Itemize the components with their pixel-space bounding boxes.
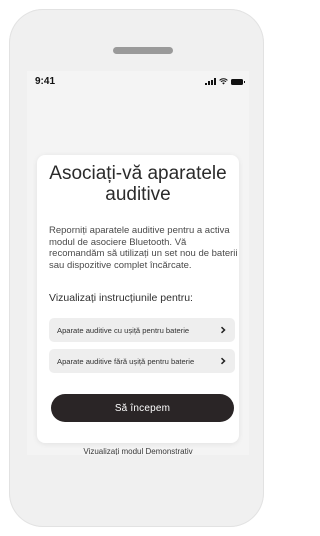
option-no-battery-door[interactable]: Aparate auditive fără ușiță pentru bater… <box>49 349 235 373</box>
app-screen: 9:41 Asociați-vă aparatele auditive Repo… <box>27 71 249 455</box>
cellular-signal-icon <box>205 78 216 85</box>
wifi-icon <box>219 78 228 85</box>
pairing-card: Asociați-vă aparatele auditive Reporniți… <box>37 155 239 443</box>
status-icons <box>205 77 245 85</box>
option-battery-door[interactable]: Aparate auditive cu ușiță pentru baterie <box>49 318 235 342</box>
demo-mode-link[interactable]: Vizualizați modul Demonstrativ <box>27 447 249 455</box>
card-description: Reporniți aparatele auditive pentru a ac… <box>49 225 238 271</box>
option-label: Aparate auditive cu ușiță pentru baterie <box>57 325 190 335</box>
status-time: 9:41 <box>35 76 56 87</box>
option-label: Aparate auditive fără ușiță pentru bater… <box>57 356 195 366</box>
instructions-label: Vizualizați instrucțiunile pentru: <box>49 292 193 304</box>
status-bar: 9:41 <box>27 71 249 91</box>
chevron-right-icon <box>220 326 226 334</box>
card-title: Asociați-vă aparatele auditive <box>49 163 227 205</box>
start-button[interactable]: Să începem <box>51 394 234 422</box>
chevron-right-icon <box>220 357 226 365</box>
phone-speaker <box>113 47 173 54</box>
battery-icon <box>231 79 245 85</box>
